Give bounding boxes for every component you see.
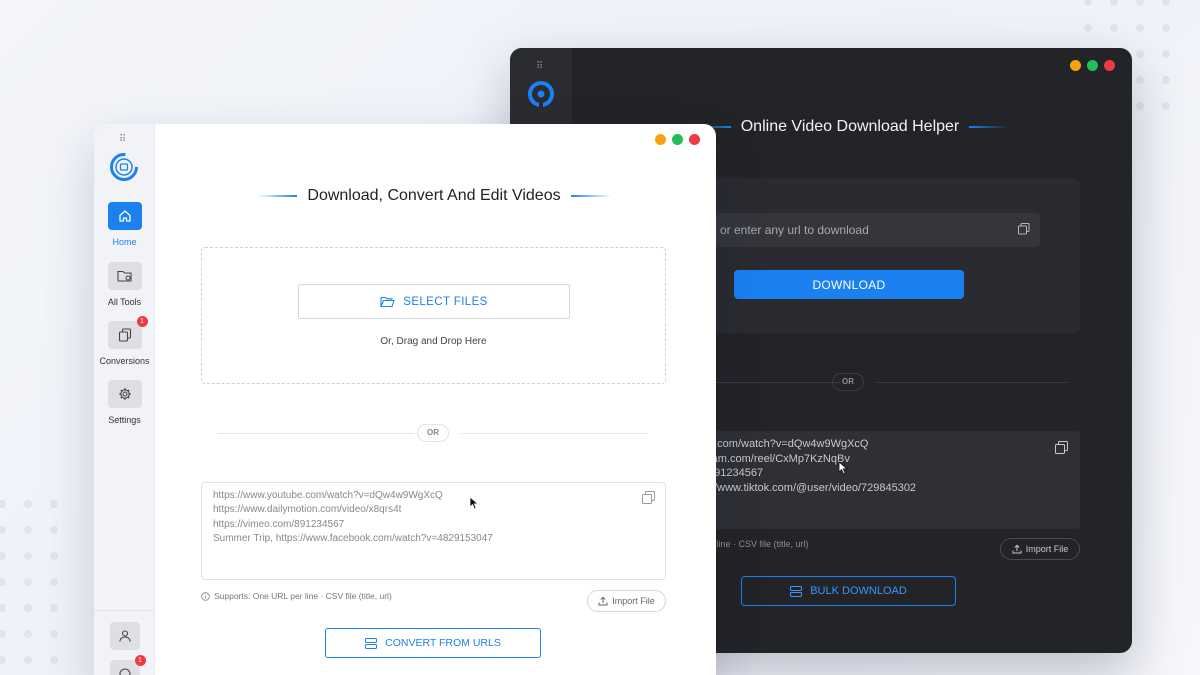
- conversions-icon-box: 1: [107, 316, 148, 349]
- url-line: ://www.tiktok.com/@user/video/729845302: [708, 481, 917, 494]
- cart-icon: [118, 668, 131, 675]
- title-text: Online Video Download Helper: [740, 118, 960, 135]
- upload-icon: [598, 596, 608, 606]
- url-placeholder: or enter any url to download: [720, 223, 869, 237]
- or-label: OR: [832, 373, 864, 391]
- url-panel: [700, 178, 1080, 333]
- account-icon-box: [109, 622, 140, 650]
- supports-hint: er line · CSV file (title, url): [706, 539, 809, 549]
- page-title: Online Video Download Helper: [690, 118, 1010, 136]
- file-drop-zone[interactable]: SELECT FILES Or, Drag and Drop Here: [201, 247, 666, 384]
- url-line: Summer Trip, https://www.facebook.com/wa…: [213, 532, 493, 544]
- import-file-button[interactable]: Import File: [587, 590, 666, 612]
- convert-label: CONVERT FROM URLS: [385, 637, 501, 649]
- store-icon-box: 1: [109, 655, 146, 675]
- close-button[interactable]: [689, 134, 700, 145]
- user-icon: [118, 630, 131, 642]
- drag-handle-icon[interactable]: ⠿: [536, 61, 544, 72]
- select-files-label: SELECT FILES: [403, 295, 488, 308]
- maximize-button[interactable]: [1087, 60, 1098, 71]
- app-logo-icon: [528, 81, 554, 108]
- gear-icon: [118, 388, 131, 400]
- maximize-button[interactable]: [672, 134, 683, 145]
- title-decoration: [257, 195, 298, 197]
- download-button[interactable]: DOWNLOAD: [734, 270, 964, 299]
- url-line: ram.com/reel/CxMp7KzNqBv: [708, 452, 850, 465]
- bulk-url-textarea[interactable]: https://www.youtube.com/watch?v=dQw4w9Wg…: [201, 482, 666, 580]
- folder-open-icon: [380, 296, 395, 307]
- mouse-cursor-icon: [838, 461, 848, 475]
- list-icon: [365, 637, 378, 649]
- close-button[interactable]: [1104, 60, 1115, 71]
- info-icon: [201, 591, 210, 601]
- paste-icon[interactable]: [642, 491, 655, 504]
- or-divider: OR: [710, 373, 1068, 393]
- home-icon: [118, 210, 131, 222]
- home-icon-box: [107, 202, 142, 230]
- paste-icon[interactable]: [1018, 223, 1030, 235]
- drag-handle-icon[interactable]: ⠿: [119, 134, 126, 145]
- settings-icon-box: [107, 380, 142, 408]
- upload-icon: [1012, 544, 1022, 554]
- select-files-button[interactable]: SELECT FILES: [298, 284, 570, 319]
- or-label: OR: [417, 424, 449, 442]
- light-app-window: ⠿ Home All Tools 1 Conversions Settings …: [94, 124, 716, 675]
- bulk-url-textarea[interactable]: e.com/watch?v=dQw4w9WgXcQ ram.com/reel/C…: [700, 431, 1080, 529]
- app-logo-icon: [110, 153, 138, 181]
- sidebar-item-account[interactable]: [94, 622, 155, 650]
- url-line: https://www.youtube.com/watch?v=dQw4w9Wg…: [213, 490, 443, 501]
- notification-badge: 1: [136, 316, 148, 327]
- sidebar: ⠿ Home All Tools 1 Conversions Settings …: [94, 124, 155, 675]
- window-controls: [655, 134, 700, 145]
- window-controls: [1070, 60, 1115, 71]
- url-line: 891234567: [708, 467, 764, 479]
- title-decoration: [570, 195, 611, 197]
- paste-icon[interactable]: [1055, 441, 1068, 454]
- sidebar-item-label: All Tools: [107, 297, 142, 307]
- minimize-button[interactable]: [655, 134, 666, 145]
- supports-hint: Supports: One URL per line · CSV file (t…: [201, 591, 392, 601]
- sidebar-item-home[interactable]: Home: [94, 202, 155, 247]
- sidebar-item-label: Home: [112, 237, 137, 247]
- sidebar-item-label: Conversions: [99, 356, 150, 366]
- supports-text: Supports: One URL per line · CSV file (t…: [214, 591, 392, 601]
- sidebar-item-label: Settings: [108, 415, 141, 425]
- bulk-download-button[interactable]: BULK DOWNLOAD: [741, 576, 956, 606]
- minimize-button[interactable]: [1070, 60, 1081, 71]
- tools-icon-box: [107, 262, 142, 290]
- title-decoration: [969, 126, 1010, 128]
- bulk-download-label: BULK DOWNLOAD: [810, 585, 907, 597]
- folder-gear-icon: [116, 270, 132, 282]
- drag-drop-hint: Or, Drag and Drop Here: [380, 336, 487, 347]
- import-label: Import File: [612, 596, 655, 606]
- url-input[interactable]: or enter any url to download: [708, 213, 1040, 247]
- decorative-dots-bottom-left: [0, 500, 100, 675]
- sidebar-item-all-tools[interactable]: All Tools: [94, 262, 155, 307]
- url-line: https://www.dailymotion.com/video/x8qrs4…: [213, 504, 402, 516]
- url-line: e.com/watch?v=dQw4w9WgXcQ: [708, 438, 869, 450]
- or-divider: OR: [218, 424, 648, 444]
- list-icon: [790, 585, 803, 597]
- sidebar-item-settings[interactable]: Settings: [94, 380, 155, 425]
- page-title: Download, Convert And Edit Videos: [234, 187, 634, 205]
- sidebar-item-store[interactable]: 1: [94, 655, 155, 675]
- notification-badge: 1: [134, 655, 146, 666]
- title-text: Download, Convert And Edit Videos: [307, 187, 561, 204]
- import-file-button[interactable]: Import File: [1000, 538, 1080, 560]
- sidebar-item-conversions[interactable]: 1 Conversions: [94, 316, 155, 366]
- import-label: Import File: [1025, 544, 1069, 554]
- copy-files-icon: [118, 328, 131, 342]
- convert-from-urls-button[interactable]: CONVERT FROM URLS: [325, 628, 541, 658]
- url-line: https://vimeo.com/891234567: [213, 518, 345, 530]
- mouse-cursor-icon: [469, 496, 479, 510]
- sidebar-divider: [94, 610, 155, 611]
